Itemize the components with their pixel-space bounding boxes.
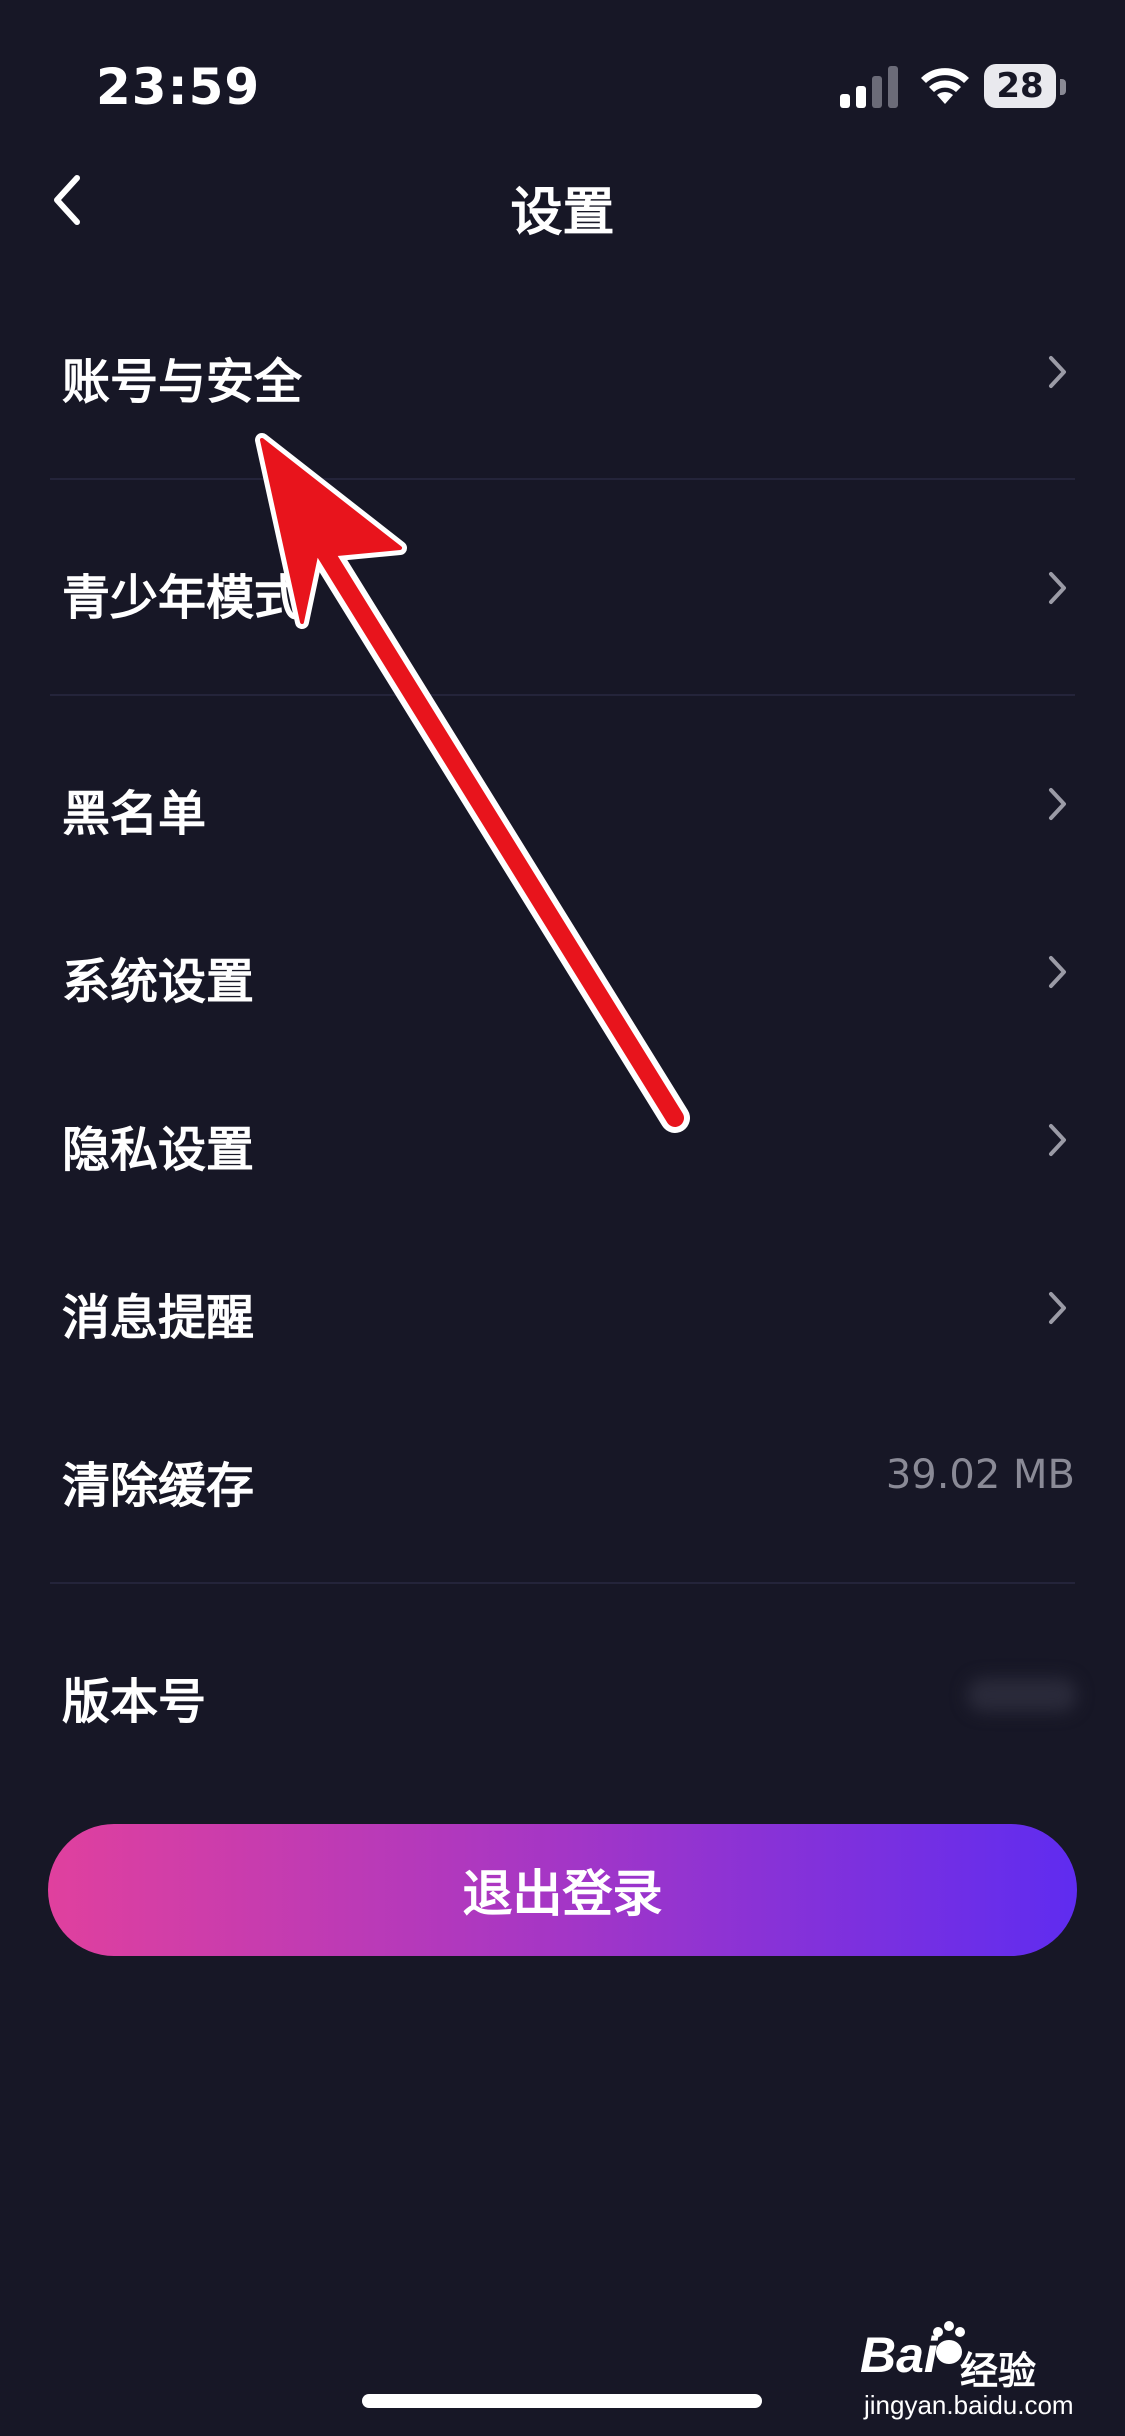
- page-title: 设置: [510, 183, 615, 243]
- menu-item-system-settings[interactable]: 系统设置: [0, 912, 1125, 1032]
- version-value-blurred: [967, 1678, 1077, 1712]
- menu-item-version: 版本号: [0, 1632, 1125, 1752]
- home-indicator[interactable]: [362, 2394, 762, 2408]
- battery-icon: 28: [984, 64, 1070, 110]
- nav-header: 设置: [0, 150, 1125, 250]
- menu-item-clear-cache[interactable]: 清除缓存 39.02 MB: [0, 1416, 1125, 1536]
- chevron-right-icon: [1049, 956, 1066, 988]
- battery-cap: [1060, 79, 1066, 95]
- menu-item-blacklist[interactable]: 黑名单: [0, 744, 1125, 864]
- menu-item-label: 青少年模式: [62, 570, 303, 626]
- divider: [50, 478, 1075, 480]
- wifi-icon: [921, 68, 969, 104]
- menu-item-label: 清除缓存: [62, 1458, 255, 1514]
- chevron-right-icon: [1049, 1124, 1066, 1156]
- status-time: 23:59: [96, 58, 261, 116]
- baidu-jingyan-watermark: Bai 经验 jingyan.baidu.com: [860, 2310, 1100, 2420]
- cache-size-value: 39.02 MB: [885, 1452, 1075, 1498]
- divider: [50, 694, 1075, 696]
- menu-item-label: 账号与安全: [62, 354, 303, 410]
- chevron-right-icon: [1049, 788, 1066, 820]
- chevron-right-icon: [1049, 572, 1066, 604]
- menu-item-label: 系统设置: [62, 954, 255, 1010]
- menu-item-label: 版本号: [62, 1674, 207, 1730]
- menu-item-label: 隐私设置: [62, 1122, 255, 1178]
- menu-item-account-security[interactable]: 账号与安全: [0, 312, 1125, 432]
- battery-level: 28: [984, 64, 1056, 108]
- menu-item-teen-mode[interactable]: 青少年模式: [0, 528, 1125, 648]
- divider: [50, 1582, 1075, 1584]
- logout-button[interactable]: 退出登录: [48, 1824, 1077, 1956]
- status-bar: 23:59 28: [0, 0, 1125, 170]
- menu-item-message-alerts[interactable]: 消息提醒: [0, 1248, 1125, 1368]
- watermark-suffix: 经验: [960, 2349, 1037, 2393]
- chevron-right-icon: [1049, 356, 1066, 388]
- chevron-right-icon: [1049, 1292, 1066, 1324]
- menu-item-privacy-settings[interactable]: 隐私设置: [0, 1080, 1125, 1200]
- watermark-url: jingyan.baidu.com: [864, 2390, 1074, 2420]
- menu-item-label: 消息提醒: [62, 1290, 255, 1346]
- watermark-brand: Bai: [860, 2327, 938, 2383]
- menu-item-label: 黑名单: [62, 786, 207, 842]
- signal-icon: [840, 66, 898, 108]
